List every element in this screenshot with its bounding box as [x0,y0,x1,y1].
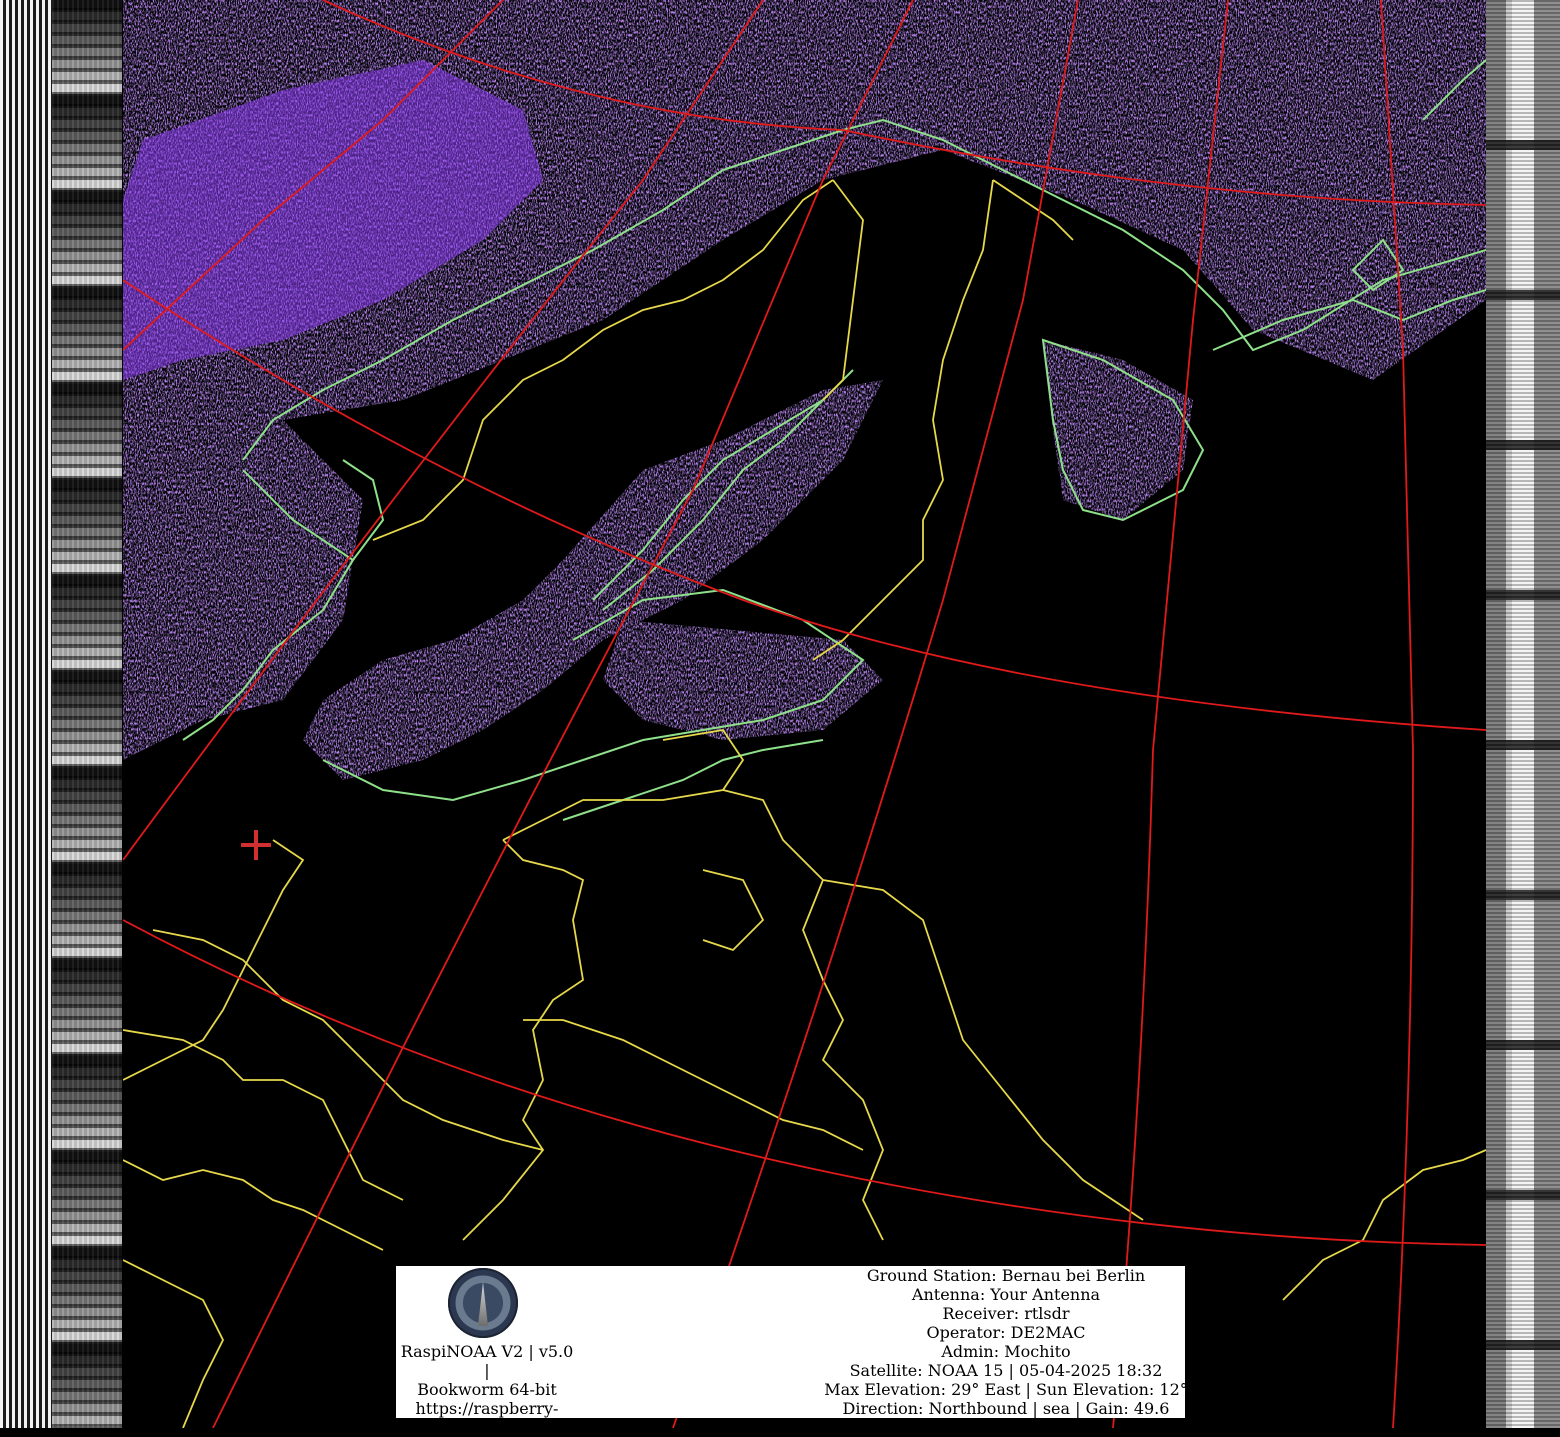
ground-station-cross-icon [241,830,271,860]
info-overlay: RaspiNOAA V2 | v5.0 | Bookworm 64-bit ht… [396,1266,1188,1437]
satellite-image-frame: RaspiNOAA V2 | v5.0 | Bookworm 64-bit ht… [0,0,1560,1437]
telemetry-b-strip [1486,0,1560,1428]
antenna-line: Antenna: Your Antenna [911,1285,1101,1304]
ground-station-line: Ground Station: Bernau bei Berlin [866,1266,1146,1285]
station-logo-icon [448,1268,518,1338]
map-overlay [123,0,1486,1428]
admin-line: Admin: Mochito [941,1342,1071,1361]
operator-line: Operator: DE2MAC [926,1323,1086,1342]
direction-line: Direction: Northbound | sea | Gain: 49.6 [842,1399,1170,1418]
caption-line: RaspiNOAA V2 | v5.0 | [400,1342,574,1380]
receiver-line: Receiver: rtlsdr [942,1304,1070,1323]
satellite-line: Satellite: NOAA 15 | 05-04-2025 18:32 [849,1361,1163,1380]
map-image-area [123,0,1486,1428]
caption-line: https://raspberry- [415,1399,559,1418]
sync-a-strip [0,0,52,1428]
caption-line: Bookworm 64-bit [417,1380,557,1399]
elevation-line: Max Elevation: 29° East | Sun Elevation:… [824,1380,1188,1399]
software-caption: RaspiNOAA V2 | v5.0 | Bookworm 64-bit ht… [396,1342,578,1437]
pass-details: Ground Station: Bernau bei Berlin Antenn… [816,1266,1196,1418]
telemetry-a-strip [52,0,122,1428]
